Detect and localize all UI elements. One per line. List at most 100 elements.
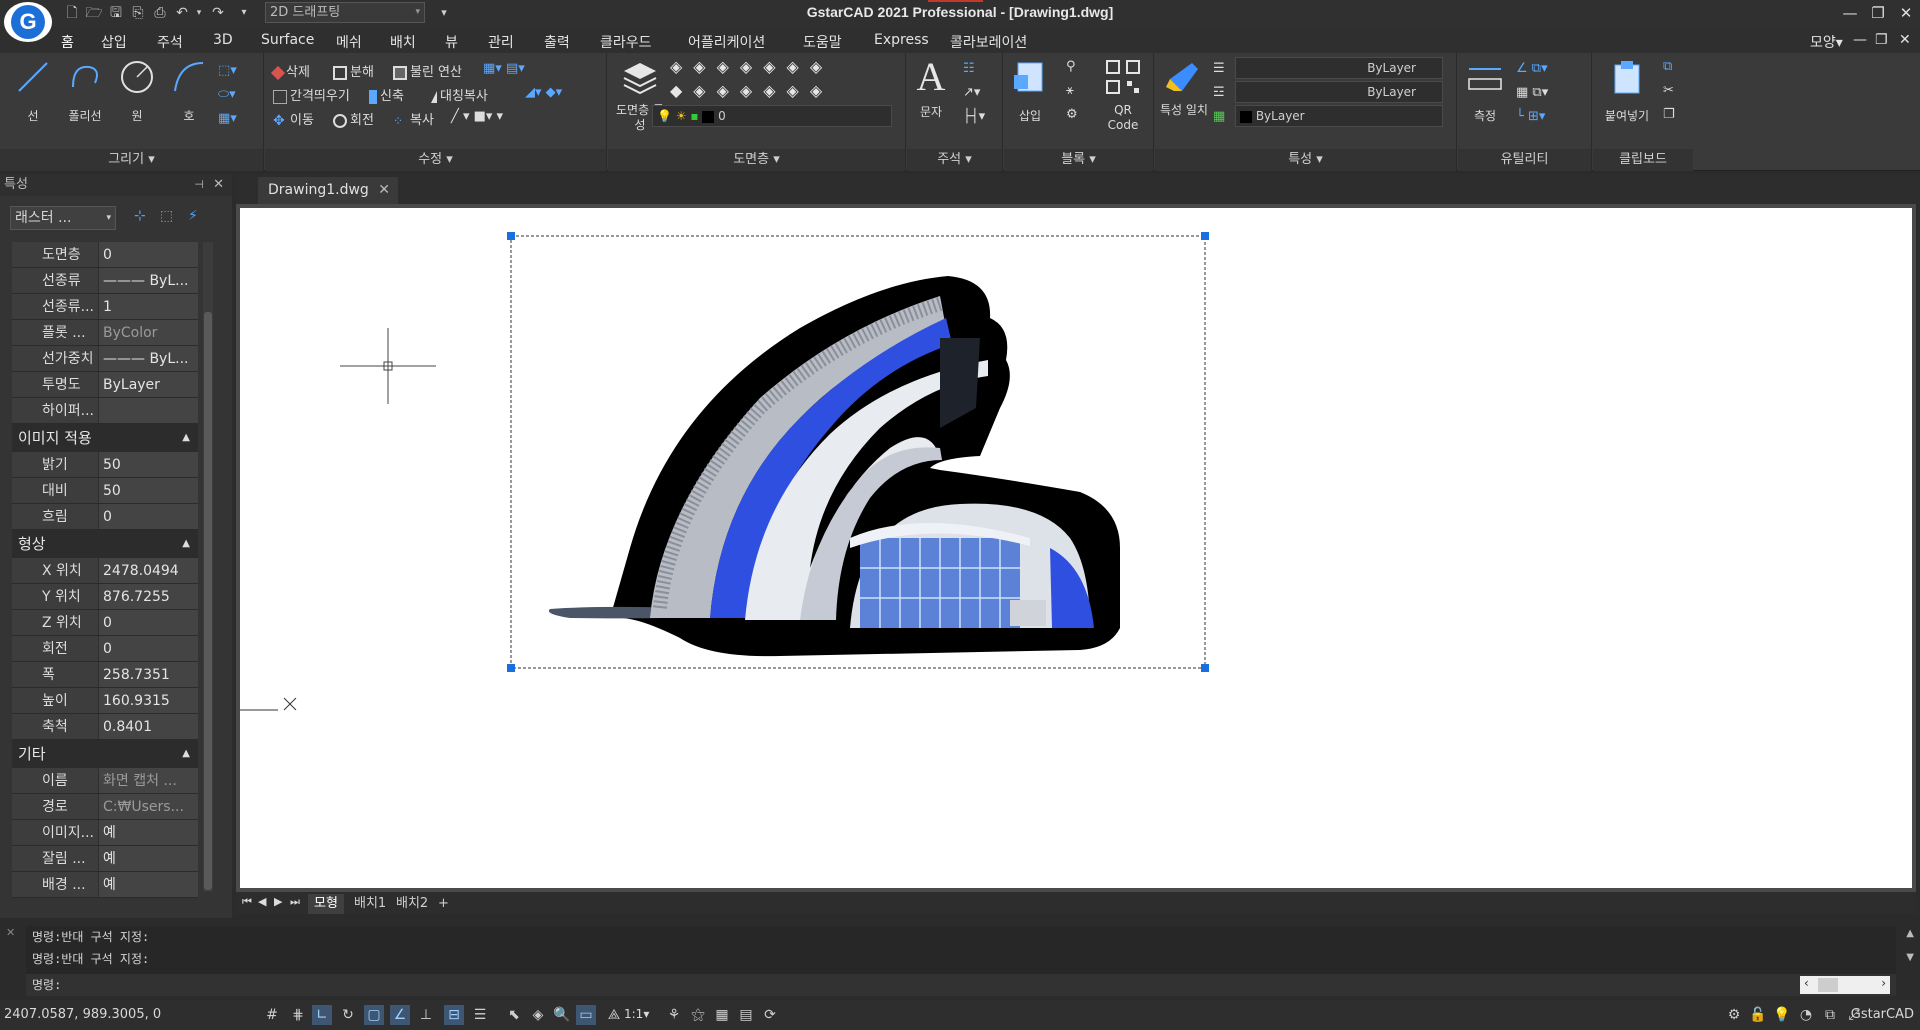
cut-icon[interactable]: ✂ bbox=[1663, 83, 1674, 98]
stretch-button[interactable]: 신축 bbox=[369, 85, 404, 104]
arc-button[interactable]: 호 bbox=[164, 57, 214, 124]
menu-cloud[interactable]: 클라우드 bbox=[600, 32, 652, 52]
property-row[interactable]: 폭 258.7351 bbox=[12, 662, 198, 688]
tab-model[interactable]: 모형 bbox=[308, 894, 344, 914]
selection-cycling-icon[interactable]: ⬉ bbox=[504, 1005, 524, 1025]
property-value[interactable]: 예 bbox=[98, 820, 198, 845]
menu-layout[interactable]: 배치 bbox=[390, 32, 416, 52]
layer-select[interactable]: 💡 ☀ ▪ 0 bbox=[652, 105, 892, 127]
raster-image[interactable] bbox=[548, 276, 1120, 657]
grip-top-left[interactable] bbox=[507, 232, 515, 240]
next-layout-icon[interactable]: ▶ bbox=[274, 895, 282, 908]
attribute-icon[interactable]: ⚙ bbox=[1066, 107, 1078, 122]
menu-collaboration[interactable]: 콜라보레이션 bbox=[950, 32, 1027, 52]
circle-button[interactable]: 원 bbox=[112, 57, 162, 124]
property-value[interactable]: 50 bbox=[98, 452, 198, 477]
menu-view[interactable]: 뷰 bbox=[445, 32, 458, 52]
property-row[interactable]: Z 위치 0 bbox=[12, 610, 198, 636]
hardware-accel-icon[interactable]: ▦ bbox=[712, 1005, 732, 1025]
osnap-icon[interactable]: ▢ bbox=[364, 1005, 384, 1025]
rectangle-tool-icon[interactable]: ⬚▾ bbox=[218, 63, 237, 78]
model-space-icon[interactable]: ▭ bbox=[576, 1005, 596, 1025]
menu-applications[interactable]: 어플리케이션 bbox=[688, 32, 765, 52]
property-row[interactable]: X 위치 2478.0494 bbox=[12, 558, 198, 584]
dimension-tool-icon[interactable]: ├┤▾ bbox=[963, 109, 985, 124]
annotation-visibility-icon[interactable]: ⚘ bbox=[664, 1005, 684, 1025]
linetype-select[interactable]: ByLayer bbox=[1235, 57, 1443, 79]
property-row[interactable]: 플롯 ... ByColor bbox=[12, 320, 198, 346]
trim-tool-icon[interactable]: ╱ ▾ ■▾ ▾ bbox=[451, 109, 503, 124]
app-menu-button[interactable]: G bbox=[4, 2, 52, 42]
annotation-scale[interactable]: 1:1▾ bbox=[624, 1007, 649, 1021]
isolate-objects-icon[interactable]: ◔ bbox=[1796, 1005, 1816, 1025]
rotate-button[interactable]: 회전 bbox=[333, 109, 374, 128]
qr-code-button[interactable]: QR Code bbox=[1098, 57, 1148, 133]
quick-select-icon[interactable]: ⚡ bbox=[188, 208, 212, 228]
property-value[interactable]: 0 bbox=[98, 504, 198, 529]
copy-button[interactable]: ⁘ 복사 bbox=[393, 109, 434, 128]
document-tab[interactable]: Drawing1.dwg ✕ bbox=[258, 177, 398, 204]
workspace-switch-icon[interactable]: ⧉ bbox=[1820, 1005, 1840, 1025]
layer-panel-title[interactable]: 도면층 ▾ bbox=[608, 149, 905, 171]
property-row[interactable]: 배경 ... 예 bbox=[12, 872, 198, 898]
geometry-section-header[interactable]: 형상 ▲ bbox=[12, 530, 198, 558]
explode-button[interactable]: 분해 bbox=[333, 61, 374, 80]
modify-panel-title[interactable]: 수정 ▾ bbox=[265, 149, 606, 171]
property-value[interactable]: 1 bbox=[98, 294, 198, 319]
table-tool-icon[interactable]: ☷ bbox=[963, 61, 975, 76]
ribbon-restore-icon[interactable]: ❐ bbox=[1875, 32, 1888, 48]
property-row[interactable]: 축척 0.8401 bbox=[12, 714, 198, 740]
property-row[interactable]: 도면층 0 bbox=[12, 242, 198, 268]
property-value[interactable]: ByLayer bbox=[98, 372, 198, 397]
close-icon[interactable]: ✕ bbox=[213, 174, 224, 196]
add-layout-button[interactable]: + bbox=[432, 894, 455, 914]
grip-bottom-right[interactable] bbox=[1201, 664, 1209, 672]
lineweight-select[interactable]: ByLayer bbox=[1235, 81, 1443, 103]
pin-icon[interactable]: ⊣ bbox=[194, 174, 204, 196]
mirror-button[interactable]: 대칭복사 bbox=[431, 85, 488, 104]
insert-block-button[interactable]: 삽입 bbox=[1006, 57, 1054, 124]
property-row[interactable]: Y 위치 876.7255 bbox=[12, 584, 198, 610]
color-select[interactable]: ByLayer bbox=[1235, 105, 1443, 127]
draw-panel-title[interactable]: 그리기 ▾ bbox=[0, 149, 263, 171]
copy-base-icon[interactable]: ❐ bbox=[1663, 107, 1675, 122]
line-button[interactable]: 선 bbox=[8, 57, 58, 124]
measure-button[interactable]: 측정 bbox=[1460, 57, 1510, 124]
offset-button[interactable]: 간격띄우기 bbox=[273, 85, 350, 104]
property-value[interactable]: 화면 캡처 ... bbox=[98, 768, 198, 793]
menu-mesh[interactable]: 메쉬 bbox=[336, 32, 362, 52]
property-value[interactable]: 2478.0494 bbox=[98, 558, 198, 583]
property-row[interactable]: 투명도 ByLayer bbox=[12, 372, 198, 398]
scroll-down-icon[interactable]: ▼ bbox=[1906, 952, 1914, 963]
appearance-menu[interactable]: 모양▾ bbox=[1810, 32, 1843, 52]
grid-icon[interactable]: # bbox=[262, 1005, 282, 1025]
leader-tool-icon[interactable]: ↗▾ bbox=[963, 85, 980, 100]
property-value[interactable]: 160.9315 bbox=[98, 688, 198, 713]
property-row[interactable]: 하이퍼... bbox=[12, 398, 198, 424]
property-row[interactable]: 잘림 ... 예 bbox=[12, 846, 198, 872]
property-value[interactable]: 0 bbox=[98, 610, 198, 635]
prev-layout-icon[interactable]: ◀ bbox=[258, 895, 266, 908]
hatch-tool-icon[interactable]: ▦▾ bbox=[218, 111, 237, 126]
menu-3d[interactable]: 3D bbox=[213, 32, 233, 48]
grip-top-right[interactable] bbox=[1201, 232, 1209, 240]
menu-surface[interactable]: Surface bbox=[261, 32, 314, 48]
close-icon[interactable]: ✕ bbox=[378, 177, 390, 204]
menu-manage[interactable]: 관리 bbox=[488, 32, 514, 52]
property-row[interactable]: 선가중치 ——— ByL... bbox=[12, 346, 198, 372]
lightbulb-icon[interactable]: 💡 bbox=[1772, 1005, 1792, 1025]
image-adjust-section-header[interactable]: 이미지 적용 ▲ bbox=[12, 424, 198, 452]
block-panel-title[interactable]: 블록 ▾ bbox=[1004, 149, 1153, 171]
property-row[interactable]: 선종류... 1 bbox=[12, 294, 198, 320]
property-value[interactable]: 258.7351 bbox=[98, 662, 198, 687]
property-value[interactable]: 0 bbox=[98, 242, 198, 267]
polyline-button[interactable]: 폴리선 bbox=[60, 57, 110, 124]
scroll-left-icon[interactable]: ‹ bbox=[1804, 976, 1809, 990]
dynamic-ucs-icon[interactable]: ⊥ bbox=[416, 1005, 436, 1025]
gear-icon[interactable]: ⚙ bbox=[1724, 1005, 1744, 1025]
move-button[interactable]: ✥ 이동 bbox=[273, 109, 314, 128]
ribbon-minimize-icon[interactable]: — bbox=[1853, 32, 1867, 48]
ortho-icon[interactable]: ∟ bbox=[312, 1005, 332, 1025]
property-row[interactable]: 회전 0 bbox=[12, 636, 198, 662]
boolean-button[interactable]: 불린 연산 bbox=[393, 61, 462, 80]
